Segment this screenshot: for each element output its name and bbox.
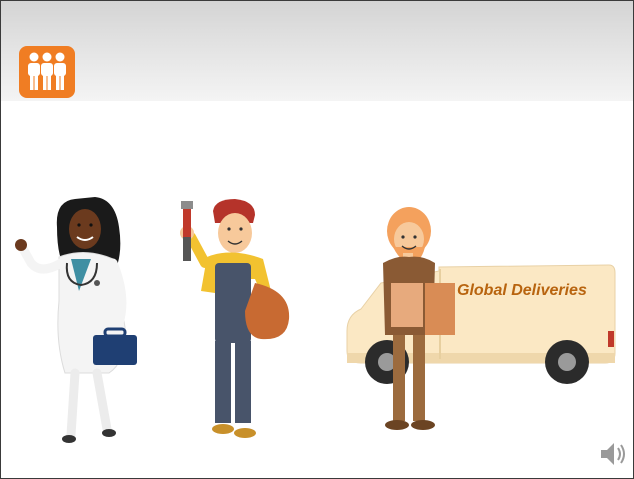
delivery-woman-figure <box>383 207 455 430</box>
illustration-scene: Global Deliveries <box>15 197 616 443</box>
van-label: Global Deliveries <box>457 282 587 299</box>
slide-canvas: Global Deliveries <box>0 0 634 479</box>
speaker-icon[interactable] <box>597 437 631 471</box>
wrench <box>183 207 191 237</box>
tool-bag <box>245 283 290 340</box>
doctor-figure <box>15 197 137 443</box>
plumber-figure <box>180 199 290 438</box>
doctor-bag <box>93 335 137 365</box>
carried-box <box>391 283 423 327</box>
